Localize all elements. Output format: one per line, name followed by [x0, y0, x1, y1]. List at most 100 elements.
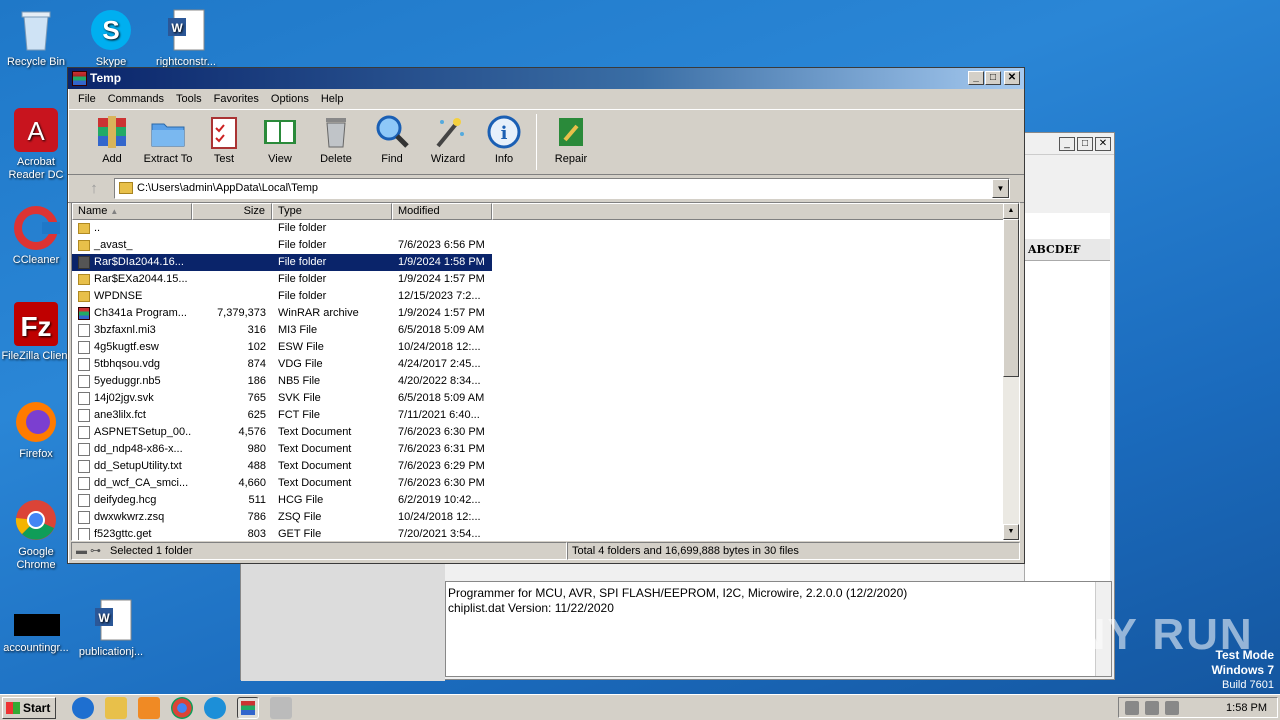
chevron-down-icon[interactable]: ▼ — [992, 179, 1009, 198]
wizard-button[interactable]: Wizard — [420, 114, 476, 174]
file-rows: .. File folder _avast_ File folder 7/6/2023 … — [72, 220, 1005, 540]
file-name: dwxwkwrz.zsq — [72, 509, 192, 526]
close-button[interactable]: ✕ — [1095, 137, 1111, 151]
file-row[interactable]: ane3lilx.fct 625 FCT File 7/11/2021 6:40... — [72, 407, 1005, 424]
acrobat-icon: A — [12, 106, 60, 154]
file-type: File folder — [278, 239, 327, 251]
minimize-button[interactable]: _ — [1059, 137, 1075, 151]
clock[interactable]: 1:58 PM — [1226, 702, 1267, 714]
extract-to-button[interactable]: Extract To — [140, 114, 196, 174]
file-row[interactable]: dd_ndp48-x86-x... 980 Text Document 7/6/202… — [72, 441, 1005, 458]
file-name: Rar$EXa2044.15... — [72, 271, 192, 288]
info-label: Info — [494, 153, 514, 165]
file-row[interactable]: 3bzfaxnl.mi3 316 MI3 File 6/5/2018 5:09 AM — [72, 322, 1005, 339]
menu-favorites[interactable]: Favorites — [208, 93, 265, 105]
network-icon[interactable] — [1145, 700, 1159, 715]
chrome-taskbar-icon[interactable] — [171, 696, 193, 719]
file-row[interactable]: Rar$EXa2044.15... File folder 1/9/2024 1:5… — [72, 271, 1005, 288]
desktop-icon-acrobat[interactable]: A Acrobat Reader DC — [0, 106, 72, 182]
delete-label: Delete — [320, 153, 352, 165]
desktop-icon-skype[interactable]: S Skype — [75, 6, 147, 69]
column-header-modified[interactable]: Modified — [392, 203, 492, 220]
file-icon — [78, 392, 90, 405]
menu-tools[interactable]: Tools — [170, 93, 208, 105]
menu-options[interactable]: Options — [265, 93, 315, 105]
file-modified: 7/6/2023 6:29 PM — [398, 460, 485, 472]
desktop-icon-recycle-bin[interactable]: Recycle Bin — [0, 6, 72, 69]
explorer-icon[interactable] — [105, 696, 127, 719]
up-folder-button[interactable]: ↑ — [74, 178, 114, 200]
file-row[interactable]: WPDNSE File folder 12/15/2023 7:2... — [72, 288, 1005, 305]
file-type: ZSQ File — [278, 511, 322, 523]
file-row[interactable]: ASPNETSetup_00... 4,576 Text Document 7/6/2… — [72, 424, 1005, 441]
desktop-icon-filezilla[interactable]: Fz FileZilla Client — [0, 300, 72, 363]
column-header-size[interactable]: Size — [192, 203, 272, 220]
view-book-icon — [264, 120, 296, 144]
desktop-icon-word-doc[interactable]: W rightconstr... — [150, 6, 222, 69]
programmer-taskbar-icon[interactable] — [270, 696, 292, 719]
delete-button[interactable]: Delete — [308, 114, 364, 174]
file-name: WPDNSE — [72, 288, 192, 305]
desktop-icon-chrome[interactable]: Google Chrome — [0, 496, 72, 572]
scroll-thumb[interactable] — [1003, 219, 1019, 377]
scroll-up-arrow[interactable]: ▲ — [1003, 203, 1019, 219]
status-bar: ▬ ⊶ Selected 1 folder Total 4 folders and… — [71, 542, 1020, 560]
file-type: Text Document — [278, 443, 352, 455]
file-row[interactable]: _avast_ File folder 7/6/2023 6:56 PM — [72, 237, 1005, 254]
test-button[interactable]: Test — [196, 114, 252, 174]
path-field[interactable]: C:\Users\admin\AppData\Local\Temp ▼ — [114, 178, 1010, 199]
file-row[interactable]: Rar$DIa2044.16... File folder 1/9/2024 1:5… — [72, 254, 1005, 271]
speaker-icon[interactable] — [1125, 700, 1139, 715]
winrar-taskbar-icon[interactable] — [237, 696, 259, 719]
folder-icon — [78, 256, 90, 269]
file-row[interactable]: 5yeduggr.nb5 186 NB5 File 4/20/2022 8:34... — [72, 373, 1005, 390]
file-row[interactable]: 14j02jgv.svk 765 SVK File 6/5/2018 5:09 AM — [72, 390, 1005, 407]
window-titlebar[interactable]: Temp _ □ ✕ — [68, 68, 1024, 89]
close-button[interactable]: ✕ — [1004, 71, 1020, 85]
maximize-button[interactable]: □ — [1077, 137, 1093, 151]
minimize-button[interactable]: _ — [968, 71, 984, 85]
scroll-down-arrow[interactable]: ▼ — [1003, 524, 1019, 540]
find-button[interactable]: Find — [364, 114, 420, 174]
edge-icon[interactable] — [204, 696, 226, 719]
media-player-icon[interactable] — [138, 696, 160, 719]
file-list[interactable]: Name ▲ Size Type Modified .. File folder _… — [71, 202, 1020, 541]
winrar-window[interactable]: Temp _ □ ✕ File Commands Tools Favorites… — [67, 67, 1025, 564]
system-tray: 1:58 PM — [1118, 697, 1278, 718]
file-icon — [78, 443, 90, 456]
column-header-name[interactable]: Name ▲ — [72, 203, 192, 220]
file-row[interactable]: dwxwkwrz.zsq 786 ZSQ File 10/24/2018 12:... — [72, 509, 1005, 526]
desktop-icon-accounting[interactable]: accountingr... — [0, 604, 72, 655]
file-type: File folder — [278, 222, 327, 234]
file-size: 625 — [247, 409, 266, 421]
repair-button[interactable]: Repair — [543, 114, 599, 174]
view-button[interactable]: View — [252, 114, 308, 174]
desktop-icon-firefox[interactable]: Firefox — [0, 398, 72, 461]
file-row[interactable]: 5tbhqsou.vdg 874 VDG File 4/24/2017 2:45... — [72, 356, 1005, 373]
file-type: File folder — [272, 254, 392, 271]
maximize-button[interactable]: □ — [985, 71, 1001, 85]
vertical-scrollbar[interactable]: ▲ ▼ — [1003, 203, 1019, 540]
file-row[interactable]: dd_wcf_CA_smci... 4,660 Text Document 7/6/2… — [72, 475, 1005, 492]
file-modified: 7/6/2023 6:30 PM — [398, 426, 485, 438]
file-row[interactable]: deifydeg.hcg 511 HCG File 6/2/2019 10:42... — [72, 492, 1005, 509]
file-modified: 4/24/2017 2:45... — [398, 358, 481, 370]
menu-help[interactable]: Help — [315, 93, 350, 105]
flag-tray-icon[interactable] — [1165, 700, 1179, 715]
desktop-icon-publication[interactable]: W publicationj... — [75, 596, 147, 659]
file-row[interactable]: f523gttc.get 803 GET File 7/20/2021 3:54... — [72, 526, 1005, 540]
file-size: 765 — [247, 392, 266, 404]
path-text: C:\Users\admin\AppData\Local\Temp — [137, 182, 318, 194]
file-row[interactable]: Ch341a Program... 7,379,373 WinRAR archive… — [72, 305, 1005, 322]
file-row[interactable]: 4g5kugtf.esw 102 ESW File 10/24/2018 12:... — [72, 339, 1005, 356]
file-row[interactable]: dd_SetupUtility.txt 488 Text Document 7/6/2… — [72, 458, 1005, 475]
column-header-type[interactable]: Type — [272, 203, 392, 220]
menu-file[interactable]: File — [72, 93, 102, 105]
ie-icon[interactable] — [72, 696, 94, 719]
info-button[interactable]: i Info — [476, 114, 532, 174]
add-button[interactable]: Add — [84, 114, 140, 174]
file-row[interactable]: .. File folder — [72, 220, 1005, 237]
menu-commands[interactable]: Commands — [102, 93, 170, 105]
start-button[interactable]: Start — [2, 696, 56, 719]
desktop-icon-ccleaner[interactable]: CCleaner — [0, 204, 72, 267]
